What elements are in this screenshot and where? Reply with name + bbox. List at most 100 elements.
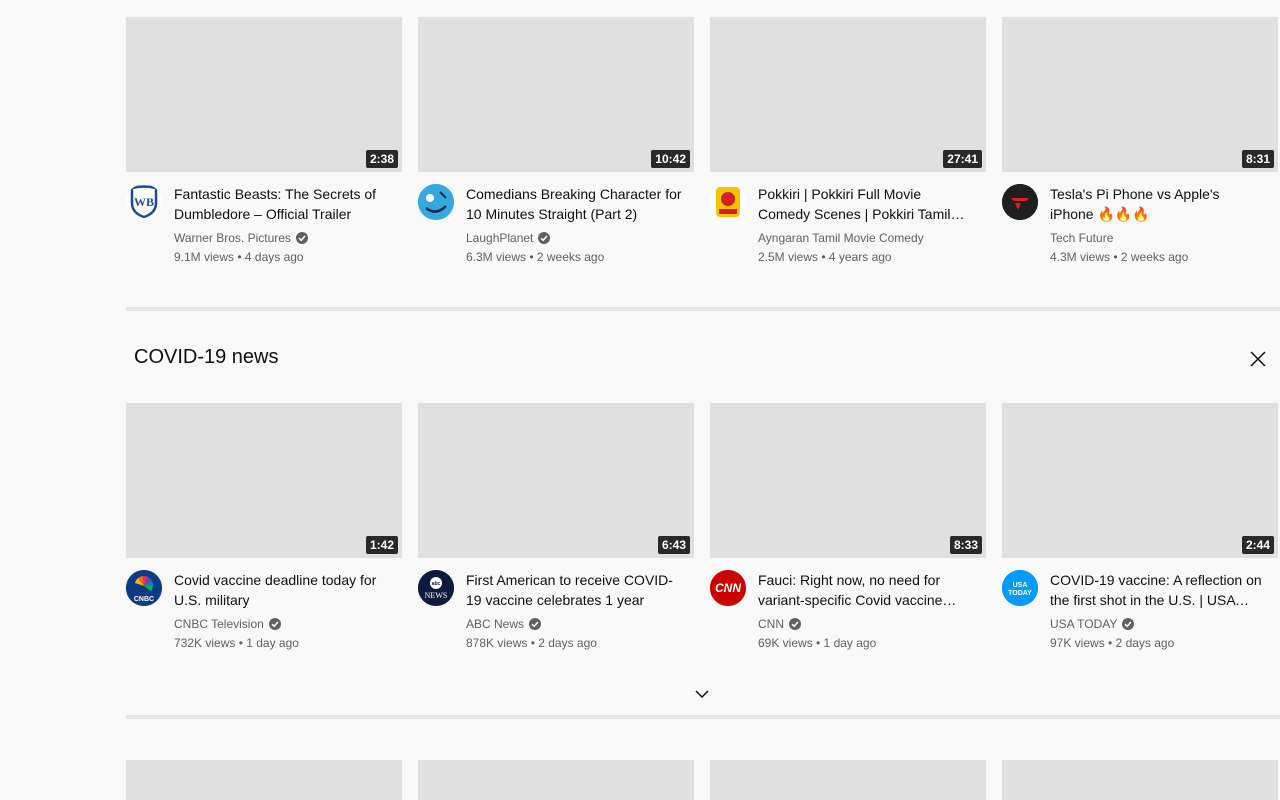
video-thumbnail[interactable]: 6:43 <box>418 403 694 558</box>
video-title[interactable]: Comedians Breaking Character for 10 Minu… <box>466 184 694 224</box>
channel-name[interactable]: Warner Bros. Pictures <box>174 230 402 246</box>
video-thumbnail[interactable]: 27:41 <box>710 17 986 172</box>
laughplanet-logo-icon <box>418 184 454 220</box>
video-info: Pokkiri | Pokkiri Full Movie Comedy Scen… <box>758 184 986 266</box>
video-thumbnail[interactable]: 10:42 <box>418 17 694 172</box>
verified-check-icon <box>268 618 281 630</box>
channel-avatar[interactable] <box>418 184 454 220</box>
video-stats: 732K views • 1 day ago <box>174 636 299 650</box>
channel-avatar[interactable] <box>1002 184 1038 220</box>
channel-name-text: Tech Future <box>1050 231 1114 245</box>
video-info: Fauci: Right now, no need for variant-sp… <box>758 570 986 652</box>
video-stats: 4.3M views • 2 weeks ago <box>1050 250 1189 264</box>
video-title[interactable]: Pokkiri | Pokkiri Full Movie Comedy Scen… <box>758 184 986 224</box>
video-row-3 <box>126 760 1278 800</box>
video-title[interactable]: Fauci: Right now, no need for variant-sp… <box>758 570 986 610</box>
channel-name[interactable]: Ayngaran Tamil Movie Comedy <box>758 230 986 246</box>
video-row-2: 1:42 CNBC Covid vaccine deadline today for… <box>126 403 1278 652</box>
verified-check-icon <box>789 618 801 630</box>
video-card: 27:41 Pokkiri | Pokkiri Full Movie Comedy… <box>710 17 986 266</box>
video-stats: 6.3M views • 2 weeks ago <box>466 250 605 264</box>
video-title[interactable]: First American to receive COVID-19 vacci… <box>466 570 694 610</box>
cnbc-peacock-icon: CNBC <box>126 570 162 606</box>
video-meta: WB Fantastic Beasts: The Secrets of Dumbl… <box>126 184 402 266</box>
video-meta: USA TODAY COVID-19 vaccine: A reflection o… <box>1002 570 1278 652</box>
channel-avatar[interactable] <box>710 184 746 220</box>
video-thumbnail[interactable] <box>126 760 402 800</box>
video-card: 6:43 abc NEWS First American to receive COV… <box>418 403 694 652</box>
video-info: First American to receive COVID-19 vacci… <box>466 570 694 652</box>
video-meta: abc NEWS First American to receive COVID-1… <box>418 570 694 652</box>
svg-text:NEWS: NEWS <box>425 591 448 600</box>
channel-name-text: USA TODAY <box>1050 617 1118 631</box>
video-meta: CNBC Covid vaccine deadline today for U.S… <box>126 570 402 652</box>
video-stats: 69K views • 1 day ago <box>758 636 877 650</box>
channel-name[interactable]: CNN <box>758 616 986 632</box>
video-stats: 97K views • 2 days ago <box>1050 636 1175 650</box>
video-stats: 878K views • 2 days ago <box>466 636 597 650</box>
abc-news-logo-icon: abc NEWS <box>418 570 454 606</box>
video-duration: 8:33 <box>949 536 982 554</box>
video-thumbnail[interactable]: 8:31 <box>1002 17 1278 172</box>
channel-name-text: CNBC Television <box>174 617 264 631</box>
svg-text:TODAY: TODAY <box>1008 590 1032 597</box>
channel-name[interactable]: CNBC Television <box>174 616 402 632</box>
svg-text:USA: USA <box>1013 582 1028 589</box>
video-thumbnail[interactable]: 1:42 <box>126 403 402 558</box>
video-duration: 2:38 <box>365 150 398 168</box>
svg-text:CNN: CNN <box>715 581 741 595</box>
video-duration: 2:44 <box>1241 536 1274 554</box>
verified-check-icon <box>295 232 308 244</box>
video-thumbnail[interactable]: 2:38 <box>126 17 402 172</box>
channel-name-text: CNN <box>758 617 784 631</box>
channel-name-text: Ayngaran Tamil Movie Comedy <box>758 231 924 245</box>
video-title[interactable]: COVID-19 vaccine: A reflection on the fi… <box>1050 570 1278 610</box>
video-meta: Pokkiri | Pokkiri Full Movie Comedy Scen… <box>710 184 986 266</box>
video-thumbnail[interactable] <box>710 760 986 800</box>
video-thumbnail[interactable] <box>418 760 694 800</box>
video-duration: 27:41 <box>943 150 982 168</box>
channel-name-text: ABC News <box>466 617 525 631</box>
channel-avatar[interactable]: CNBC <box>126 570 162 606</box>
video-card: 1:42 CNBC Covid vaccine deadline today for… <box>126 403 402 652</box>
video-card: 2:38 WB Fantastic Beasts: The Secrets of D… <box>126 17 402 266</box>
section-divider <box>126 715 1280 719</box>
video-info: COVID-19 vaccine: A reflection on the fi… <box>1050 570 1278 652</box>
tech-future-logo-icon <box>1002 184 1038 220</box>
video-title[interactable]: Fantastic Beasts: The Secrets of Dumbled… <box>174 184 402 224</box>
video-card: 8:31 Tesla's Pi Phone vs Apple's iPhone 🔥… <box>1002 17 1278 266</box>
video-thumbnail[interactable]: 8:33 <box>710 403 986 558</box>
channel-avatar[interactable]: abc NEWS <box>418 570 454 606</box>
channel-avatar[interactable]: USA TODAY <box>1002 570 1038 606</box>
video-title[interactable]: Tesla's Pi Phone vs Apple's iPhone 🔥🔥🔥 <box>1050 184 1278 224</box>
video-info: Covid vaccine deadline today for U.S. mi… <box>174 570 402 652</box>
cnn-logo-icon: CNN <box>710 570 746 606</box>
channel-name[interactable]: USA TODAY <box>1050 616 1278 632</box>
video-thumbnail[interactable] <box>1002 760 1278 800</box>
expand-shelf-button[interactable] <box>690 682 714 706</box>
shelf-title: COVID-19 news <box>134 346 279 368</box>
close-shelf-button[interactable] <box>1246 347 1270 371</box>
video-info: Tesla's Pi Phone vs Apple's iPhone 🔥🔥🔥 Te… <box>1050 184 1278 266</box>
svg-text:WB: WB <box>134 195 154 209</box>
channel-avatar[interactable]: CNN <box>710 570 746 606</box>
video-card: 2:44 USA TODAY COVID-19 vaccine: A reflecti… <box>1002 403 1278 652</box>
channel-avatar[interactable]: WB <box>126 184 162 220</box>
video-title[interactable]: Covid vaccine deadline today for U.S. mi… <box>174 570 402 610</box>
video-duration: 10:42 <box>651 150 690 168</box>
video-info: Fantastic Beasts: The Secrets of Dumbled… <box>174 184 402 266</box>
wb-shield-icon: WB <box>129 185 159 219</box>
video-thumbnail[interactable]: 2:44 <box>1002 403 1278 558</box>
svg-text:abc: abc <box>432 581 441 587</box>
channel-name[interactable]: Tech Future <box>1050 230 1278 246</box>
video-card <box>1002 760 1278 800</box>
video-card <box>710 760 986 800</box>
video-row-1: 2:38 WB Fantastic Beasts: The Secrets of D… <box>126 17 1278 266</box>
video-meta: Tesla's Pi Phone vs Apple's iPhone 🔥🔥🔥 Te… <box>1002 184 1278 266</box>
video-card <box>418 760 694 800</box>
channel-name[interactable]: ABC News <box>466 616 694 632</box>
channel-name-text: LaughPlanet <box>466 231 534 245</box>
channel-name[interactable]: LaughPlanet <box>466 230 694 246</box>
video-meta: CNN Fauci: Right now, no need for variant… <box>710 570 986 652</box>
video-stats: 9.1M views • 4 days ago <box>174 250 304 264</box>
